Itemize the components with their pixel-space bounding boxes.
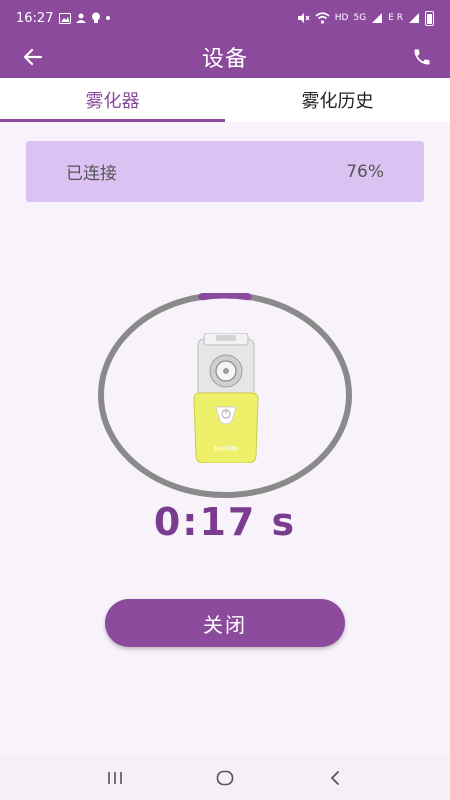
phone-icon xyxy=(414,49,430,65)
wifi-icon xyxy=(315,12,330,24)
status-time: 16:27 xyxy=(16,10,54,26)
network-label-2: E R xyxy=(388,13,403,23)
status-right: HD 5G E R xyxy=(297,10,434,26)
nav-back-button[interactable] xyxy=(315,758,355,798)
tab-bar: 雾化器 雾化历史 xyxy=(0,78,450,122)
face-icon xyxy=(76,13,87,23)
tab-nebulizer-history[interactable]: 雾化历史 xyxy=(225,78,450,122)
image-icon xyxy=(59,12,72,24)
home-button[interactable] xyxy=(205,758,245,798)
status-icons-left xyxy=(59,12,111,24)
status-bar: 16:27 HD 5G E R xyxy=(0,0,450,36)
network-label-1: 5G xyxy=(353,13,367,23)
nebulizer-device-image: feellife xyxy=(186,332,266,464)
hd-label: HD xyxy=(334,13,349,23)
lightbulb-icon xyxy=(92,12,101,23)
battery-level: 76% xyxy=(346,161,384,182)
battery-icon xyxy=(425,10,434,26)
system-nav-bar xyxy=(0,755,450,800)
signal-icon xyxy=(372,13,383,23)
recent-apps-icon xyxy=(108,771,122,784)
mute-icon xyxy=(297,13,310,23)
connection-status: 已连接 xyxy=(66,164,117,184)
back-button[interactable] xyxy=(16,41,48,73)
app-bar: 设备 xyxy=(0,36,450,78)
status-left: 16:27 xyxy=(16,11,111,26)
back-icon xyxy=(331,770,339,785)
call-button[interactable] xyxy=(406,41,438,73)
progress-ring-fill xyxy=(198,291,252,301)
recent-apps-button[interactable] xyxy=(95,758,135,798)
tab-nebulizer[interactable]: 雾化器 xyxy=(0,78,225,122)
dot-icon xyxy=(106,16,111,20)
signal-icon xyxy=(409,13,419,23)
home-icon xyxy=(216,770,234,785)
timer-display: 0:17 s xyxy=(153,500,297,544)
device-brand-label: feellife xyxy=(214,445,238,453)
device-status-card: 已连接 76% xyxy=(26,141,424,202)
arrow-left-icon xyxy=(23,48,42,66)
close-button[interactable]: 关闭 xyxy=(105,599,345,647)
page-title: 设备 xyxy=(201,47,248,72)
